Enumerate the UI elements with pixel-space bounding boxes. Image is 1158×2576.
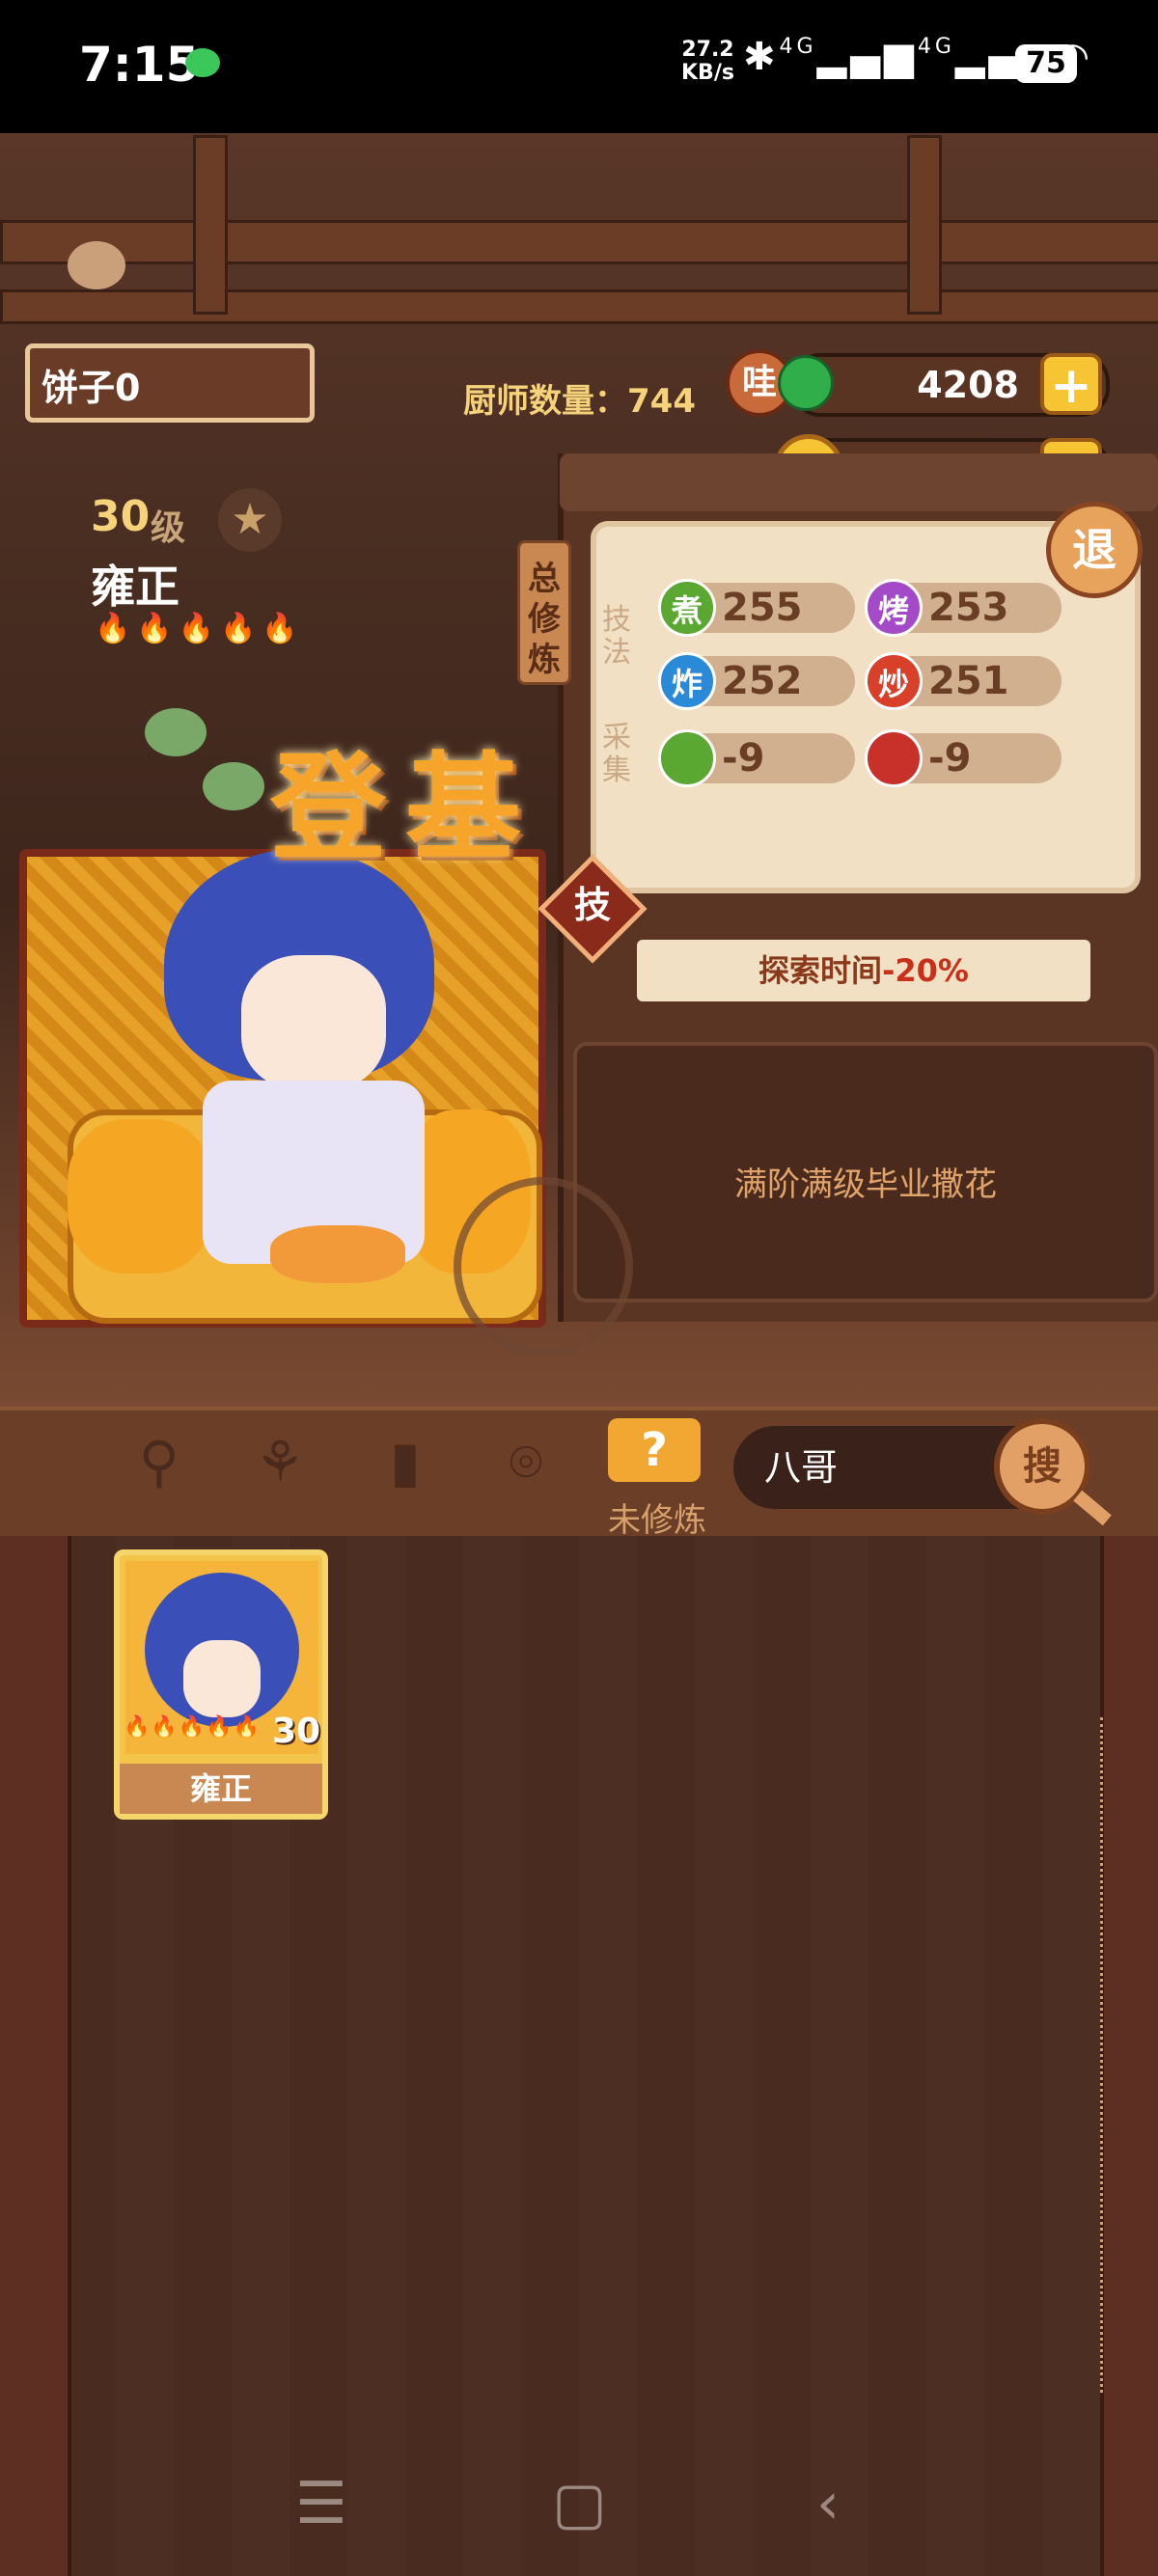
skill-roast-value: 253 xyxy=(928,586,1009,630)
roof-post xyxy=(193,135,228,315)
skill-button-label[interactable]: 技 xyxy=(554,874,631,936)
gather-meat-value: -9 xyxy=(928,736,972,781)
chef-count-label: 厨师数量： xyxy=(463,382,627,421)
skill-stirfry: 炒 251 xyxy=(865,652,1062,710)
vegetable-icon: 🥬 xyxy=(658,729,716,787)
note-text: 满阶满级毕业撒花 xyxy=(734,1165,997,1204)
chef-rarity-flames: 🔥🔥🔥🔥🔥 xyxy=(95,612,304,645)
unpracticed-filter-label[interactable]: 未修炼 xyxy=(608,1494,706,1541)
home-nav-button[interactable]: ▢ xyxy=(552,2470,607,2537)
panel-rod xyxy=(560,453,1158,511)
meat-icon: 🥩 xyxy=(865,729,923,787)
wechat-notification-icon xyxy=(185,48,220,77)
chef-character-face xyxy=(241,955,386,1090)
roof-post xyxy=(907,135,942,315)
fry-icon: 炸 xyxy=(658,652,716,710)
jade-gem-icon xyxy=(778,355,834,411)
network-speed-unit: KB/s xyxy=(681,61,734,85)
network-speed-value: 27.2 xyxy=(681,38,734,62)
bird-decoration xyxy=(203,762,264,810)
battery-indicator: 75 xyxy=(1015,44,1077,83)
chef-card-level: 30 xyxy=(272,1712,321,1751)
jar-icon[interactable]: ▮ xyxy=(372,1428,439,1495)
chef-count: 厨师数量：744 xyxy=(463,374,696,422)
list-scrollbar[interactable] xyxy=(1100,1717,1118,2393)
network-speed: 27.2 KB/s xyxy=(681,39,734,85)
status-time: 7:15 xyxy=(79,37,200,93)
title-banner: 登基 xyxy=(270,742,540,876)
menu-nav-button[interactable]: ☰ xyxy=(295,2470,347,2537)
star-icon[interactable]: ★ xyxy=(218,488,282,552)
skill-fry: 炸 252 xyxy=(658,652,855,710)
chef-card-name: 雍正 xyxy=(120,1764,322,1814)
status-bar: 7:15 27.2 KB/s ✱4G▂▄▆4G▂▄▆◠ 75 xyxy=(0,0,1158,133)
add-jade-button[interactable]: + xyxy=(1040,353,1102,415)
roof-beam xyxy=(0,220,1158,264)
skill-boil-value: 255 xyxy=(722,586,803,630)
chick-decoration xyxy=(68,241,125,289)
unpracticed-filter-icon[interactable]: ? xyxy=(608,1418,701,1482)
stirfry-icon: 炒 xyxy=(865,652,923,710)
location-icon[interactable]: ⌾ xyxy=(492,1428,560,1495)
bonus-value: -20% xyxy=(882,952,969,989)
chef-name: 雍正 xyxy=(91,561,179,613)
back-nav-button[interactable]: ‹ xyxy=(816,2470,840,2537)
player-name-box[interactable]: 饼子0 xyxy=(25,343,315,423)
bluetooth-icon: ✱ xyxy=(743,35,780,79)
bonus-prefix: 探索时间 xyxy=(758,952,883,989)
boil-icon: 煮 xyxy=(658,579,716,637)
chef-count-value: 744 xyxy=(627,382,696,421)
chef-card-flames: 🔥🔥🔥🔥🔥 xyxy=(124,1715,261,1740)
add-placeholder-icon[interactable] xyxy=(454,1177,633,1357)
bonus-banner: 探索时间-20% xyxy=(637,940,1090,1001)
list-rail-left xyxy=(0,1536,71,2576)
chef-level-unit: 级 xyxy=(151,508,186,548)
gather-label: 采集 xyxy=(602,721,631,787)
gather-meat: 🥩-9 xyxy=(865,729,1062,787)
cat-decoration xyxy=(270,1225,405,1283)
technique-label: 技法 xyxy=(602,603,631,670)
bird-decoration xyxy=(145,708,207,756)
chef-level: 30 xyxy=(91,492,151,541)
chef-card-face xyxy=(183,1640,261,1717)
knife-icon[interactable]: ⚲ xyxy=(125,1428,193,1495)
skill-roast: 烤 253 xyxy=(865,579,1062,637)
total-practice-tag[interactable]: 总修炼 xyxy=(517,540,571,685)
exit-button[interactable]: 退 xyxy=(1046,502,1143,598)
golden-dragon-left xyxy=(68,1119,212,1274)
signal-1-icon: ▂▄▆ xyxy=(816,35,918,79)
roast-icon: 烤 xyxy=(865,579,923,637)
roof-beam-lower xyxy=(0,289,1158,324)
gather-vegetable: 🥬-9 xyxy=(658,729,855,787)
signal-label-2: 4G xyxy=(917,35,955,59)
signal-label-1: 4G xyxy=(779,35,817,59)
mushroom-icon[interactable]: ⚘ xyxy=(246,1428,314,1495)
skill-fry-value: 252 xyxy=(722,659,803,703)
skill-stirfry-value: 251 xyxy=(928,659,1009,703)
gather-vegetable-value: -9 xyxy=(722,736,765,781)
skill-boil: 煮 255 xyxy=(658,579,855,637)
